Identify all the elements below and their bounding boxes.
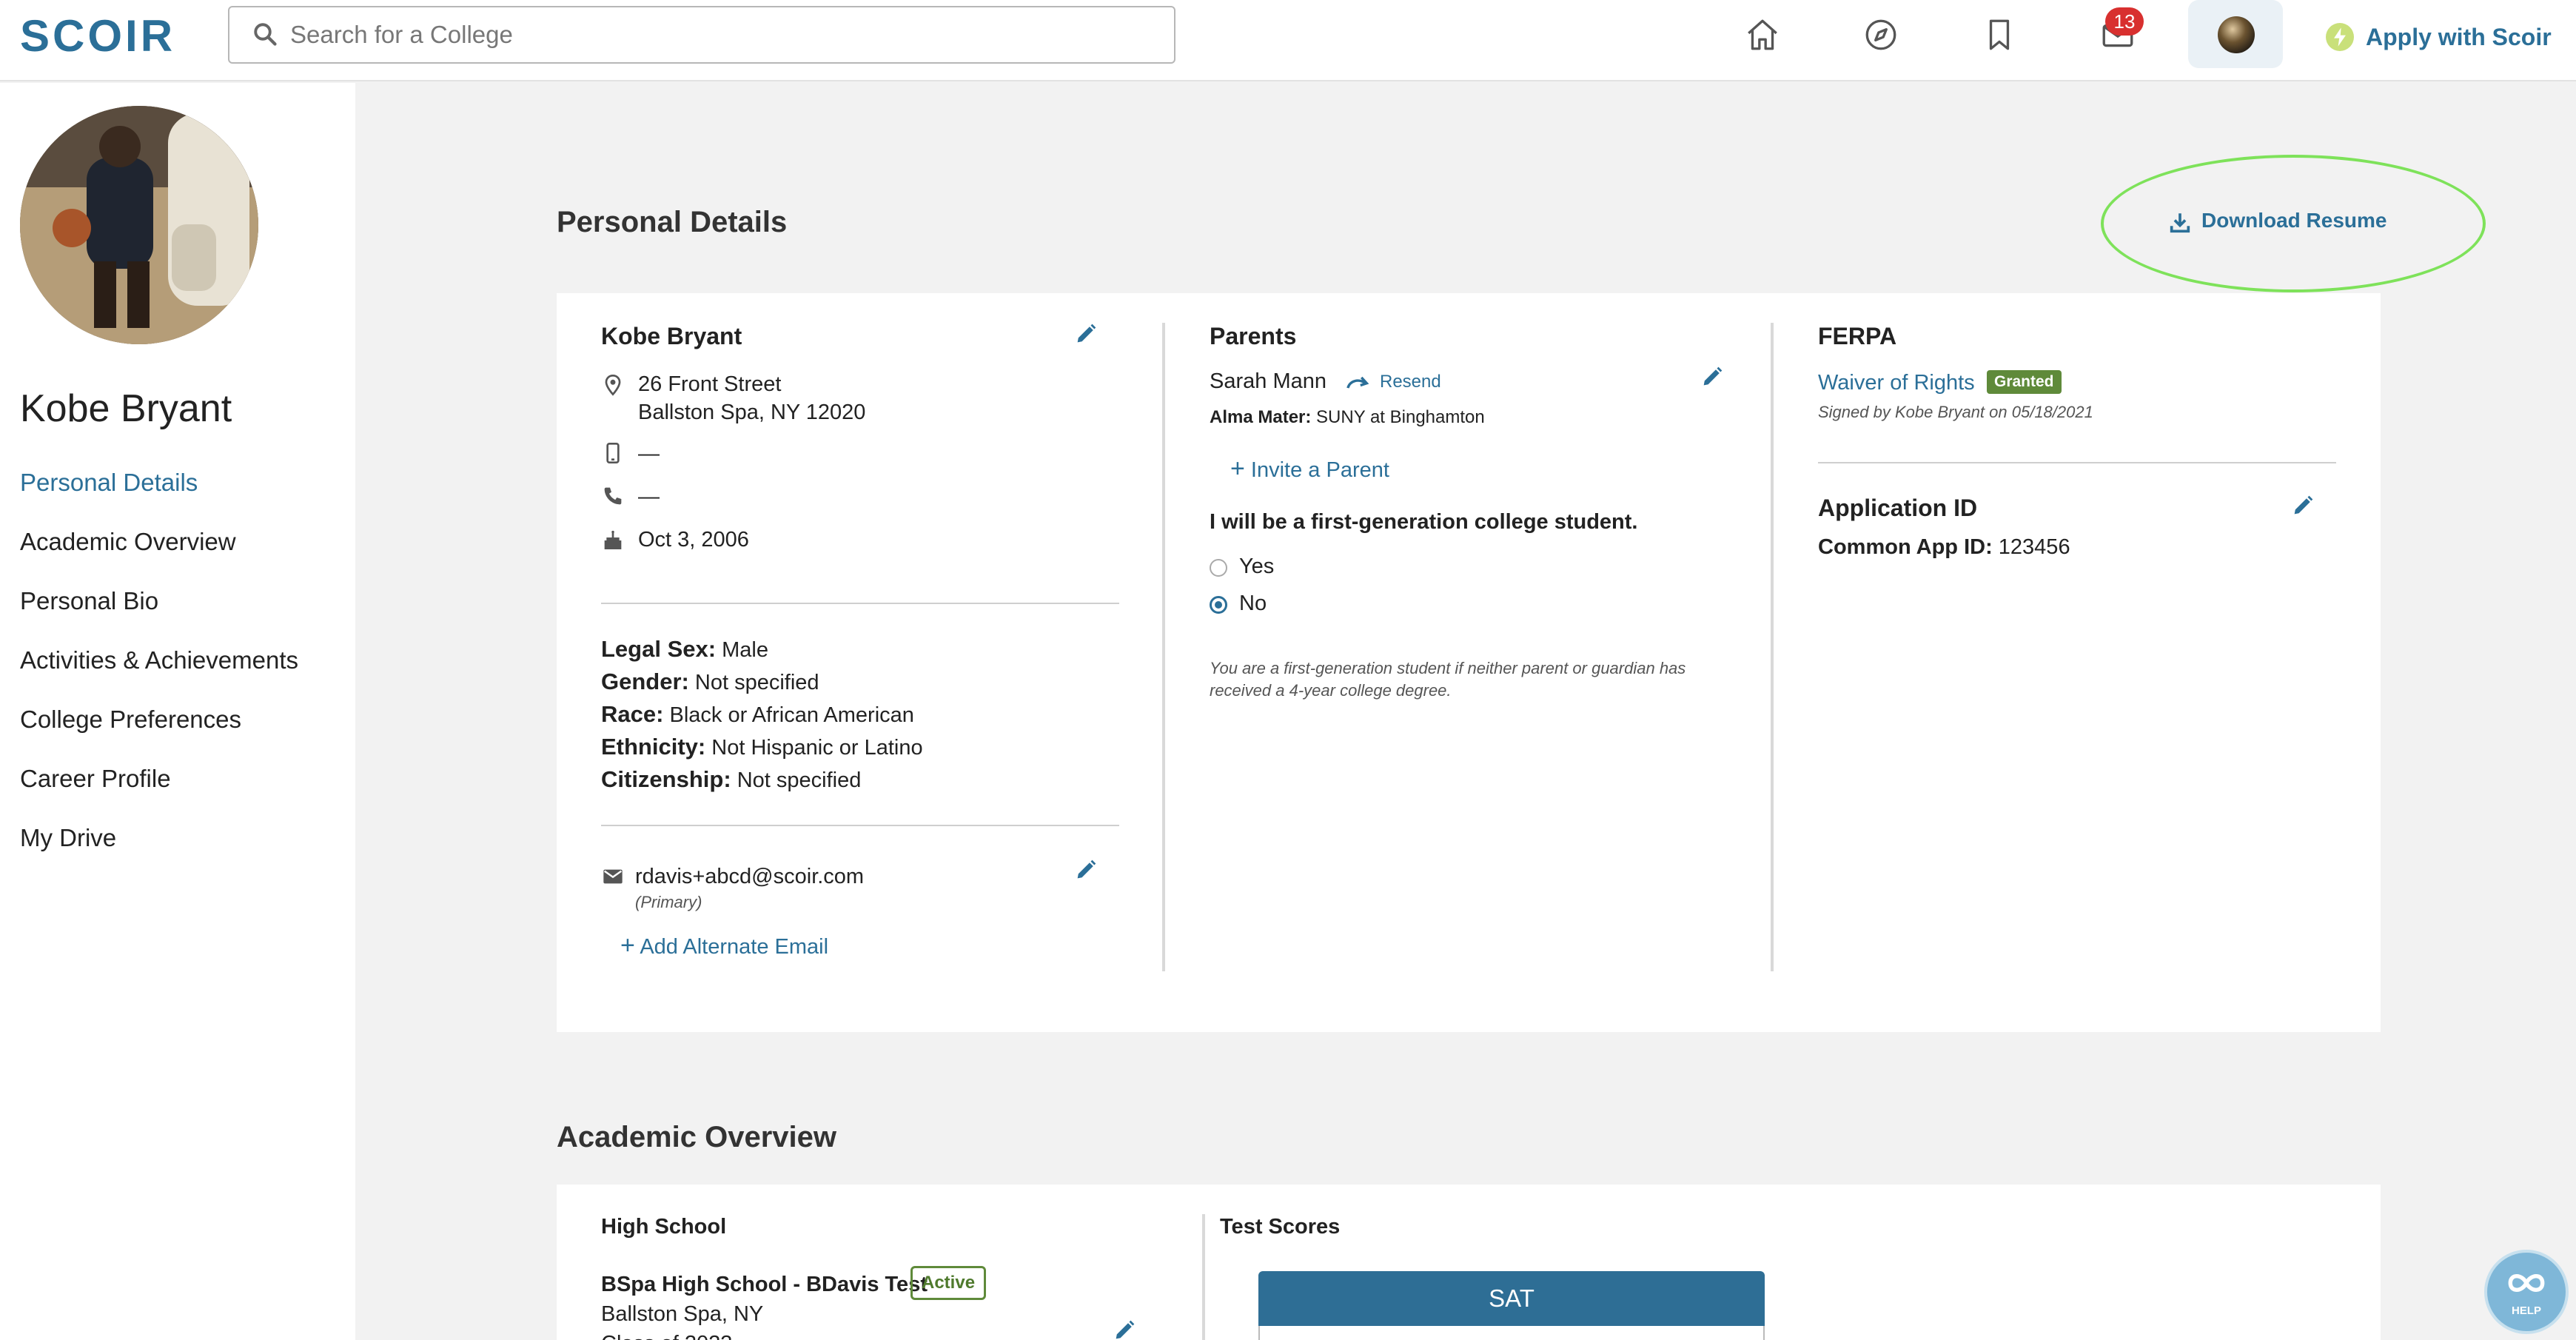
mobile-phone-icon: [606, 443, 620, 463]
school-class-of: Class of 2023: [601, 1330, 732, 1340]
first-gen-note-line-1: You are a first-generation student if ne…: [1210, 659, 1686, 677]
student-name: Kobe Bryant: [20, 387, 232, 430]
unread-messages-badge: 13: [2105, 7, 2144, 36]
contact-name: Kobe Bryant: [601, 323, 742, 349]
sat-tab-header[interactable]: SAT: [1258, 1271, 1765, 1326]
download-resume-button[interactable]: Download Resume: [2201, 207, 2387, 234]
edit-email-pencil-icon[interactable]: [1073, 857, 1099, 882]
bookmark-icon[interactable]: [1981, 16, 2018, 53]
ethnicity-row: Ethnicity: Not Hispanic or Latino: [601, 734, 923, 760]
location-pin-icon: [605, 374, 621, 396]
scoir-logo[interactable]: SCOIR: [20, 10, 175, 62]
alma-mater-row: Alma Mater: SUNY at Binghamton: [1210, 407, 1485, 427]
citizenship-row: Citizenship: Not specified: [601, 766, 862, 792]
parents-title: Parents: [1210, 323, 1297, 349]
sidebar-item-personal-bio[interactable]: Personal Bio: [20, 585, 158, 617]
divider: [601, 603, 1119, 604]
phone-icon: [604, 487, 622, 505]
college-search-box[interactable]: [228, 6, 1175, 64]
parent-name: Sarah Mann: [1210, 369, 1326, 393]
first-gen-yes-radio[interactable]: [1210, 559, 1227, 577]
address-line-2: Ballston Spa, NY 12020: [638, 401, 866, 424]
sidebar-item-personal-details[interactable]: Personal Details: [20, 466, 198, 499]
edit-high-school-pencil-icon[interactable]: [1112, 1318, 1137, 1340]
lightning-icon: [2326, 23, 2354, 51]
search-input[interactable]: [290, 15, 1141, 55]
first-gen-note-line-2: received a 4-year college degree.: [1210, 681, 1452, 700]
application-id-title: Application ID: [1818, 495, 1978, 521]
test-scores-title: Test Scores: [1220, 1215, 1341, 1239]
granted-status-badge: Granted: [1987, 370, 2062, 394]
download-icon[interactable]: [2167, 210, 2193, 235]
email-primary-note: (Primary): [635, 893, 702, 911]
divider: [601, 825, 1119, 826]
race-row: Race: Black or African American: [601, 701, 914, 727]
sidebar-item-activities-achievements[interactable]: Activities & Achievements: [20, 644, 298, 677]
sat-scores-panel: [1258, 1326, 1765, 1340]
compass-icon[interactable]: [1862, 16, 1899, 53]
add-alternate-email-button[interactable]: + Add Alternate Email: [620, 931, 828, 961]
waiver-of-rights-link[interactable]: Waiver of Rights: [1818, 369, 1975, 397]
plus-icon: +: [1230, 455, 1245, 483]
sidebar-item-academic-overview[interactable]: Academic Overview: [20, 526, 236, 558]
ferpa-title: FERPA: [1818, 323, 1897, 349]
address-line-1: 26 Front Street: [638, 372, 782, 396]
personal-details-title: Personal Details: [557, 206, 788, 238]
ferpa-signed-text: Signed by Kobe Bryant on 05/18/2021: [1818, 403, 2093, 421]
phone-value: —: [638, 485, 660, 509]
first-gen-yes-label[interactable]: Yes: [1239, 552, 1274, 580]
mobile-value: —: [638, 442, 660, 466]
email-address: rdavis+abcd@scoir.com: [635, 865, 865, 888]
edit-application-id-pencil-icon[interactable]: [2290, 493, 2315, 518]
help-label: HELP: [2511, 1304, 2541, 1317]
help-button[interactable]: HELP: [2484, 1250, 2569, 1334]
sidebar-item-career-profile[interactable]: Career Profile: [20, 763, 171, 795]
first-gen-no-radio[interactable]: [1210, 596, 1227, 614]
edit-parents-pencil-icon[interactable]: [1700, 364, 1725, 389]
school-location: Ballston Spa, NY: [601, 1302, 764, 1326]
resend-invite-link[interactable]: Resend: [1380, 370, 1441, 394]
academic-overview-title: Academic Overview: [557, 1121, 836, 1153]
gender-row: Gender: Not specified: [601, 669, 819, 694]
top-navigation-bar: SCOIR 13 Apply with Scoir: [0, 0, 2576, 81]
sidebar-item-college-preferences[interactable]: College Preferences: [20, 703, 241, 736]
sidebar-item-my-drive[interactable]: My Drive: [20, 822, 116, 854]
account-menu-button[interactable]: [2188, 0, 2283, 68]
edit-contact-pencil-icon[interactable]: [1073, 321, 1099, 346]
apply-with-scoir-link[interactable]: Apply with Scoir: [2366, 22, 2552, 52]
infinity-logo-icon: [2508, 1274, 2545, 1292]
personal-details-card: Kobe Bryant 26 Front Street Ballston Spa…: [557, 293, 2381, 1032]
divider: [1818, 462, 2336, 463]
plus-icon: +: [620, 931, 635, 959]
column-divider: [1202, 1214, 1205, 1340]
common-app-id-row: Common App ID: 123456: [1818, 535, 2070, 559]
avatar: [2218, 16, 2255, 53]
profile-photo: [20, 106, 258, 344]
birthday-value: Oct 3, 2006: [638, 528, 749, 552]
home-icon[interactable]: [1744, 16, 1781, 53]
birthday-cake-icon: [604, 530, 622, 549]
email-icon: [603, 869, 623, 884]
school-active-badge: Active: [910, 1266, 987, 1300]
first-gen-no-label[interactable]: No: [1239, 589, 1267, 617]
school-name: BSpa High School - BDavis Test: [601, 1273, 928, 1296]
resend-arrow-icon[interactable]: [1346, 373, 1371, 392]
legal-sex-row: Legal Sex: Male: [601, 636, 768, 662]
invite-parent-button[interactable]: + Invite a Parent: [1230, 455, 1389, 484]
high-school-title: High School: [601, 1215, 727, 1239]
first-gen-question: I will be a first-generation college stu…: [1210, 510, 1638, 534]
profile-sidebar: Kobe Bryant Personal Details Academic Ov…: [0, 83, 355, 1340]
column-divider: [1162, 323, 1165, 971]
column-divider: [1771, 323, 1774, 971]
search-icon: [254, 23, 277, 46]
